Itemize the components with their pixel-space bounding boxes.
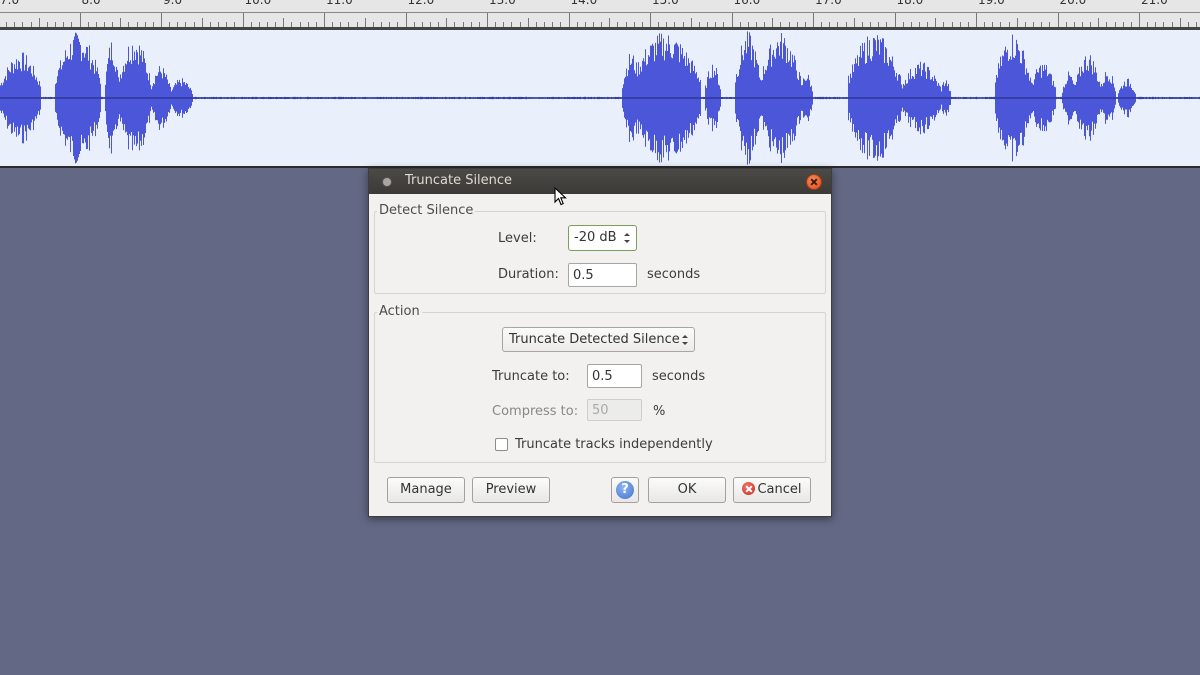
duration-field[interactable]: 0.5 <box>568 263 637 287</box>
dropdown-arrows-icon <box>682 335 688 345</box>
ruler-tick-label: 18.0 <box>896 0 924 7</box>
compress-to-field: 50 <box>587 399 642 421</box>
ruler-tick <box>487 13 488 27</box>
ruler-tick <box>813 13 814 27</box>
cancel-button[interactable]: Cancel <box>733 477 811 503</box>
ruler-tick-label: 14.0 <box>570 0 598 7</box>
level-spinner[interactable]: -20 dB <box>568 225 637 251</box>
ruler-tick <box>568 13 570 27</box>
cancel-label: Cancel <box>757 482 802 497</box>
duration-unit: seconds <box>647 267 701 282</box>
truncate-to-label: Truncate to: <box>492 369 570 384</box>
ruler-tick <box>283 18 285 27</box>
ruler-tick <box>161 13 162 27</box>
compress-to-unit: % <box>653 404 666 419</box>
ruler-tick <box>853 18 855 27</box>
mouse-pointer-icon <box>554 187 567 206</box>
audio-waveform-track[interactable] <box>0 30 1200 168</box>
ruler-tick <box>1057 13 1059 27</box>
action-mode-value: Truncate Detected Silence <box>509 332 680 347</box>
dialog-title: Truncate Silence <box>405 173 513 188</box>
truncate-to-unit: seconds <box>652 369 706 384</box>
ruler-tick <box>405 13 407 27</box>
help-button[interactable]: ? <box>611 477 639 503</box>
spinner-arrows-icon[interactable] <box>624 233 630 243</box>
ruler-tick <box>527 18 529 27</box>
ruler-tick-label: 11.0 <box>326 0 353 7</box>
preview-button[interactable]: Preview <box>472 477 550 503</box>
ruler-tick <box>731 13 733 27</box>
ruler-tick-label: 19.0 <box>978 0 1005 7</box>
ruler-tick-label: 12.0 <box>407 0 435 7</box>
truncate-independently-label[interactable]: Truncate tracks independently <box>515 437 713 452</box>
ruler-tick <box>1179 18 1181 27</box>
help-icon: ? <box>616 481 634 499</box>
window-menu-icon[interactable] <box>382 177 392 187</box>
ruler-tick <box>894 13 896 27</box>
action-mode-dropdown[interactable]: Truncate Detected Silence <box>502 327 695 352</box>
ruler-tick-label: 17.0 <box>815 0 842 7</box>
ruler-tick <box>79 13 81 27</box>
ruler-tick-label: 7.0 <box>0 0 20 7</box>
ruler-tick <box>364 18 366 27</box>
duration-label: Duration: <box>498 267 559 282</box>
level-label: Level: <box>498 231 537 246</box>
ruler-tick-label: 15.0 <box>652 0 679 7</box>
ruler-tick <box>38 18 40 27</box>
ruler-tick-label: 20.0 <box>1059 0 1087 7</box>
truncate-independently-checkbox[interactable] <box>495 438 508 451</box>
ruler-tick <box>242 13 244 27</box>
ruler-tick-label: 9.0 <box>163 0 183 7</box>
ruler-tick <box>690 18 692 27</box>
ruler-tick <box>609 18 611 27</box>
ruler-tick-label: 21.0 <box>1141 0 1168 7</box>
ruler-tick <box>1098 18 1100 27</box>
ruler-tick-label: 13.0 <box>489 0 516 7</box>
ruler-tick <box>935 18 937 27</box>
close-icon[interactable] <box>806 174 822 190</box>
ruler-tick-label: 10.0 <box>244 0 272 7</box>
ruler-tick <box>324 13 325 27</box>
dialog-titlebar[interactable]: Truncate Silence <box>369 169 831 194</box>
ruler-tick <box>1016 18 1018 27</box>
ruler-tick <box>650 13 651 27</box>
ruler-tick <box>772 18 774 27</box>
ruler-tick <box>976 13 977 27</box>
truncate-to-field[interactable]: 0.5 <box>587 364 642 388</box>
ruler-tick-label: 16.0 <box>733 0 761 7</box>
ruler-tick <box>120 18 122 27</box>
compress-to-label: Compress to: <box>492 404 579 419</box>
ruler-tick <box>201 18 203 27</box>
timeline-ruler[interactable]: 7.0 8.0 9.0 10.0 11.0 12.0 13.0 14.0 15.0 16.0 17.… <box>0 0 1200 28</box>
truncate-silence-dialog: Truncate Silence Detect Silence Level: -… <box>368 168 832 517</box>
ruler-tick <box>1139 13 1140 27</box>
ok-button[interactable]: OK <box>648 477 726 503</box>
detect-silence-group-label: Detect Silence <box>377 203 476 218</box>
ruler-tick <box>446 18 448 27</box>
manage-button[interactable]: Manage <box>387 477 465 503</box>
ruler-baseline <box>0 12 1200 13</box>
ruler-tick-label: 8.0 <box>81 0 101 7</box>
waveform-graphic <box>0 31 1200 165</box>
action-group-label: Action <box>377 304 422 319</box>
level-value: -20 dB <box>574 230 617 245</box>
cancel-icon <box>742 482 756 495</box>
